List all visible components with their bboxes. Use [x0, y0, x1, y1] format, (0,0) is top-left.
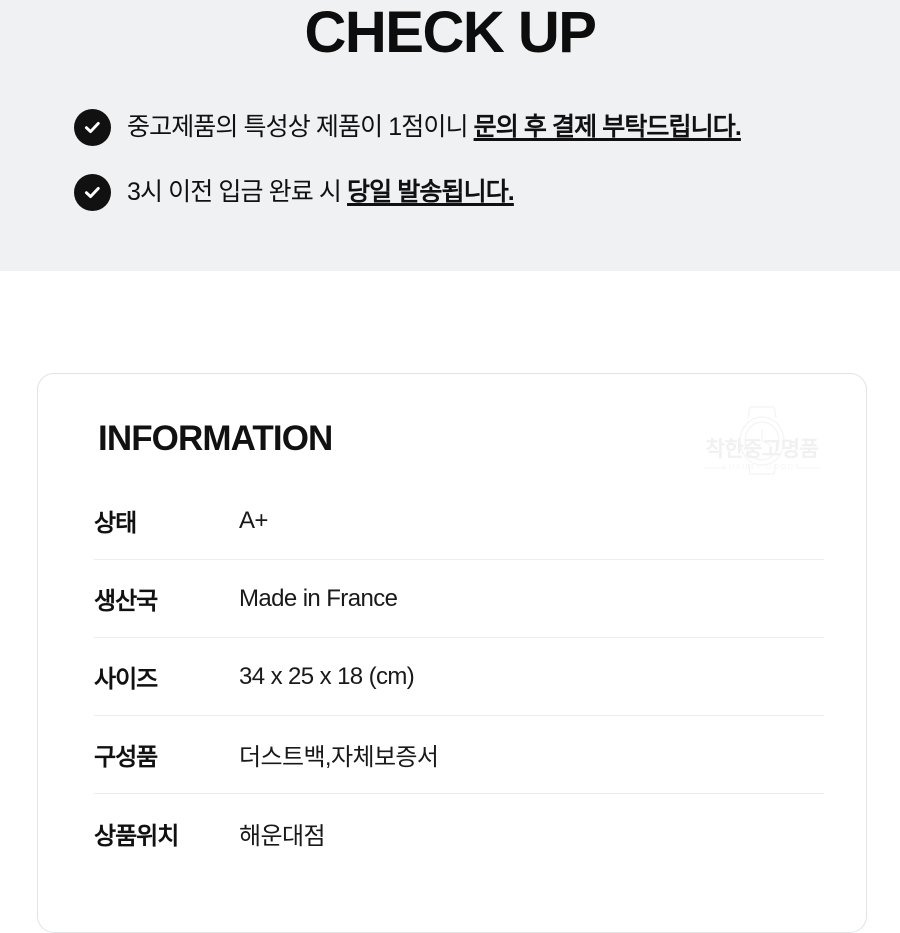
checkup-item-2: 3시 이전 입금 완료 시 당일 발송됩니다. — [74, 169, 884, 215]
checkup-item-plain: 중고제품의 특성상 제품이 1점이니 — [127, 113, 474, 141]
checkup-item-emphasis: 당일 발송됩니다. — [347, 178, 515, 206]
watch-outline-icon — [704, 406, 820, 475]
spec-label: 사이즈 — [94, 666, 158, 693]
spec-value: 더스트백,자체보증서 — [239, 744, 439, 771]
checkup-item-plain: 3시 이전 입금 완료 시 — [127, 178, 348, 206]
spec-label: 상태 — [94, 510, 137, 537]
table-row: 상품위치 해운대점 — [94, 794, 824, 872]
check-circle-icon — [74, 173, 111, 211]
check-circle-icon — [74, 108, 111, 146]
spec-value: 해운대점 — [239, 822, 326, 850]
table-row: 생산국 Made in France — [94, 560, 824, 638]
specification-table: 상태 A+ 생산국 Made in France 사이즈 34 x 25 x 1… — [94, 482, 824, 872]
spec-label: 생산국 — [94, 588, 158, 615]
spec-value: A+ — [239, 506, 268, 534]
spec-value: Made in France — [239, 584, 398, 612]
checkup-item-emphasis: 문의 후 결제 부탁드립니다. — [473, 113, 742, 141]
checkup-item-text: 중고제품의 특성상 제품이 1점이니 문의 후 결제 부탁드립니다. — [127, 108, 742, 146]
information-card: INFORMATION 착한중고명품 LUXURY GOODS 상태 A+ 생산… — [37, 373, 867, 933]
background-watermark-fragment — [0, 273, 140, 313]
spec-label: 구성품 — [94, 744, 158, 771]
checkup-item-1: 중고제품의 특성상 제품이 1점이니 문의 후 결제 부탁드립니다. — [74, 104, 884, 150]
watermark-brand-text: 착한중고명품 — [705, 438, 819, 461]
watermark-tagline: LUXURY GOODS — [722, 462, 802, 471]
table-row: 사이즈 34 x 25 x 18 (cm) — [94, 638, 824, 716]
brand-watermark: 착한중고명품 LUXURY GOODS — [698, 402, 826, 482]
information-heading: INFORMATION — [98, 419, 333, 458]
checkup-item-text: 3시 이전 입금 완료 시 당일 발송됩니다. — [127, 173, 515, 211]
checkup-panel: CHECK UP 중고제품의 특성상 제품이 1점이니 문의 후 결제 부탁드립… — [0, 0, 900, 271]
checkup-list: 중고제품의 특성상 제품이 1점이니 문의 후 결제 부탁드립니다. 3시 이전… — [74, 104, 884, 234]
page-title: CHECK UP — [304, 0, 597, 65]
table-row: 상태 A+ — [94, 482, 824, 560]
spec-value: 34 x 25 x 18 (cm) — [239, 662, 415, 690]
table-row: 구성품 더스트백,자체보증서 — [94, 716, 824, 794]
spec-label: 상품위치 — [94, 822, 179, 850]
